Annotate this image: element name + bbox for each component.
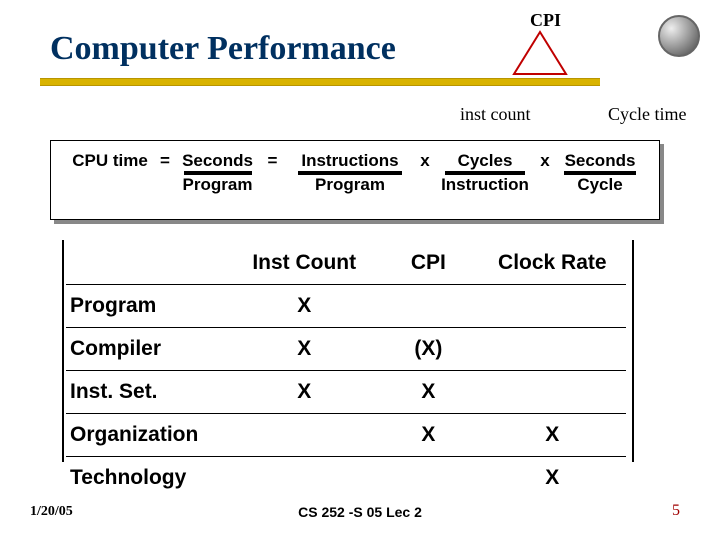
eq-times1: x [415,151,435,171]
cell: X [230,371,378,414]
slide-title: Computer Performance [50,30,396,68]
factors-table: Inst Count CPI Clock Rate Program X Comp… [66,242,626,499]
table-row: Inst. Set. X X [66,371,626,414]
row-label: Organization [66,414,230,457]
hdr-cpi: CPI [378,242,479,285]
cell: X [378,371,479,414]
hdr-clock-rate: Clock Rate [479,242,626,285]
eq-t2-num: Instructions [285,151,415,171]
eq-t1-num: Seconds [175,151,260,171]
row-label: Compiler [66,328,230,371]
table-row: Compiler X (X) [66,328,626,371]
eq-equals2: = [260,151,285,171]
cell [230,414,378,457]
eq-equals: = [155,151,175,171]
row-label: Program [66,285,230,328]
cell: X [230,285,378,328]
hdr-blank [66,242,230,285]
cell: X [479,414,626,457]
cell [479,285,626,328]
cell [378,285,479,328]
eq-t3-num: Cycles [435,151,535,171]
cell [230,457,378,500]
table-row: Technology X [66,457,626,500]
eq-t2-den: Program [285,171,415,195]
cell: X [378,414,479,457]
table-header-row: Inst Count CPI Clock Rate [66,242,626,285]
hdr-inst-count: Inst Count [230,242,378,285]
eq-t4-den: Cycle [555,171,645,195]
slide: Computer Performance CPI inst count Cycl… [0,0,720,540]
row-label: Inst. Set. [66,371,230,414]
row-label: Technology [66,457,230,500]
cell: (X) [378,328,479,371]
table-row: Organization X X [66,414,626,457]
cell [378,457,479,500]
cpu-time-equation: CPU time = Seconds = Instructions x Cycl… [50,140,660,220]
eq-t4-num: Seconds [555,151,645,171]
cell: X [479,457,626,500]
title-underline [40,78,600,86]
seal-logo-icon [658,15,700,57]
eq-t1-den: Program [175,171,260,195]
eq-t3-den: Instruction [435,171,535,195]
cell [479,371,626,414]
eq-times2: x [535,151,555,171]
footer-center: CS 252 -S 05 Lec 2 [0,504,720,520]
triangle-icon [510,28,570,78]
page-number: 5 [672,502,680,520]
cycle-time-annotation: Cycle time [608,104,686,125]
inst-count-annotation: inst count [460,104,531,125]
cell: X [230,328,378,371]
table-row: Program X [66,285,626,328]
eq-lhs: CPU time [65,151,155,171]
cell [479,328,626,371]
